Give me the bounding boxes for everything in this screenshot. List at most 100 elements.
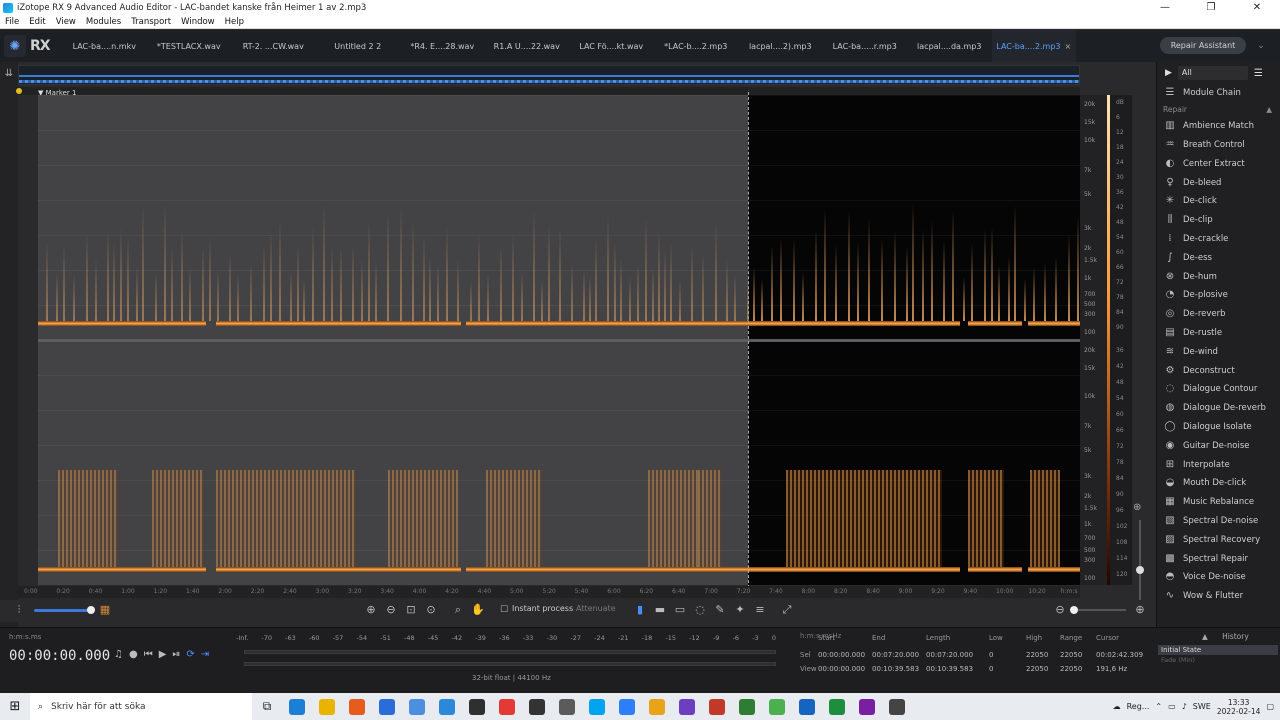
module-de-rustle[interactable]: ▤ De-rustle <box>1157 324 1280 343</box>
module-de-bleed[interactable]: ♀ De-bleed <box>1157 173 1280 192</box>
horizontal-zoom-thumb[interactable] <box>1070 606 1078 614</box>
module-filter-select[interactable]: All <box>1177 66 1248 80</box>
frequency-selection-tool-icon[interactable]: ▬ <box>653 603 667 617</box>
magnify-tool-icon[interactable]: ⌕ <box>451 603 465 617</box>
spectrogram-blend-slider[interactable] <box>34 609 94 612</box>
network-icon[interactable]: ▭ <box>1168 702 1176 711</box>
module-music-rebalance[interactable]: ▦ Music Rebalance <box>1157 493 1280 512</box>
close-button[interactable]: ✕ <box>1234 2 1280 13</box>
info-value[interactable]: 0 <box>989 665 993 673</box>
hand-tool-icon[interactable]: ✋ <box>471 603 485 617</box>
volume-icon[interactable]: ♪ <box>1182 702 1187 711</box>
info-value[interactable]: 00:10:39.583 <box>872 665 919 673</box>
module-breath-control[interactable]: ♒ Breath Control <box>1157 136 1280 155</box>
time-frequency-tool-icon[interactable]: ▭ <box>673 603 687 617</box>
zoom-in-icon[interactable]: ⊕ <box>364 603 378 617</box>
collapse-icon[interactable]: ⇊ <box>0 68 18 79</box>
repair-section-header[interactable]: Repair ▲ <box>1157 103 1280 117</box>
module-ambience-match[interactable]: ▥ Ambience Match <box>1157 117 1280 136</box>
horizontal-zoom-track[interactable] <box>1070 609 1126 611</box>
taskbar-app-icon-10[interactable] <box>582 693 612 720</box>
info-value[interactable]: 22050 <box>1060 665 1082 673</box>
module-spectral-de-noise[interactable]: ▧ Spectral De-noise <box>1157 512 1280 531</box>
loop-button[interactable]: ⟳ <box>186 649 194 660</box>
taskbar-app-icon-0[interactable] <box>282 693 312 720</box>
vertical-zoom-thumb[interactable] <box>1136 566 1144 574</box>
spectrogram-view-icon[interactable]: ▦ <box>98 603 112 617</box>
scroll-view-button[interactable]: ⇥ <box>201 649 209 660</box>
module-dialogue-de-reverb[interactable]: ◍ Dialogue De-reverb <box>1157 399 1280 418</box>
taskbar-app-icon-14[interactable] <box>702 693 732 720</box>
menu-window[interactable]: Window <box>181 17 215 27</box>
taskbar-app-icon-20[interactable] <box>882 693 912 720</box>
frequency-scale[interactable]: 20k 15k 10k 7k 5k 3k 2k 1.5k 1k 700 500 300 100 20k 15… <box>1080 95 1110 585</box>
module-de-plosive[interactable]: ◔ De-plosive <box>1157 286 1280 305</box>
play-selection-button[interactable]: ⏯ <box>172 649 180 660</box>
taskbar-app-icon-18[interactable] <box>822 693 852 720</box>
module-voice-de-noise[interactable]: ◓ Voice De-noise <box>1157 568 1280 587</box>
module-mouth-de-click[interactable]: ◒ Mouth De-click <box>1157 474 1280 493</box>
task-view-icon[interactable]: ⧉ <box>252 693 282 720</box>
tray-arrow-icon[interactable]: ⌃ <box>1155 702 1162 711</box>
record-button[interactable]: ● <box>129 649 138 660</box>
taskbar-app-icon-3[interactable] <box>372 693 402 720</box>
maximize-button[interactable]: ❐ <box>1188 2 1234 13</box>
module-dialogue-contour[interactable]: ◌ Dialogue Contour <box>1157 380 1280 399</box>
tab-file-0[interactable]: LAC-ba....n.mkv <box>62 30 147 62</box>
taskbar-clock[interactable]: 13:33 2022-02-14 <box>1217 698 1261 716</box>
taskbar-app-icon-11[interactable] <box>612 693 642 720</box>
menu-modules[interactable]: Modules <box>86 17 121 27</box>
taskbar-app-icon-12[interactable] <box>642 693 672 720</box>
weather-icon[interactable]: ☁ <box>1113 702 1121 711</box>
repair-assistant-button[interactable]: Repair Assistant <box>1160 37 1246 54</box>
marker-pin-icon[interactable] <box>16 88 22 94</box>
windows-start-icon[interactable]: ⊞ <box>0 699 30 714</box>
brush-tool-icon[interactable]: ✎ <box>713 603 727 617</box>
module-spectral-recovery[interactable]: ▨ Spectral Recovery <box>1157 530 1280 549</box>
collapse-arrow-icon[interactable]: ▲ <box>1266 105 1272 114</box>
module-de-click[interactable]: ✳ De-click <box>1157 192 1280 211</box>
play-chain-icon[interactable]: ▶ <box>1165 68 1172 78</box>
taskbar-app-icon-5[interactable] <box>432 693 462 720</box>
waveform-view-icon[interactable]: ⫶ <box>12 603 26 617</box>
taskbar-app-icon-1[interactable] <box>312 693 342 720</box>
horizontal-zoom-in-icon[interactable]: ⊕ <box>1133 603 1147 617</box>
info-value[interactable]: 00:02:42.309 <box>1096 651 1143 659</box>
info-value[interactable]: 00:00:00.000 <box>818 665 865 673</box>
instant-process-label[interactable]: Instant process <box>512 604 573 613</box>
taskbar-app-icon-9[interactable] <box>552 693 582 720</box>
taskbar-app-icon-16[interactable] <box>762 693 792 720</box>
zoom-in-vertical-icon[interactable]: ⊕ <box>1133 502 1147 513</box>
headphones-icon[interactable]: ♫ <box>114 649 123 660</box>
module-deconstruct[interactable]: ⚙ Deconstruct <box>1157 361 1280 380</box>
panel-menu-icon[interactable]: ☰ <box>1254 68 1263 79</box>
tab-file-7[interactable]: *LAC-b....2.mp3 <box>654 30 739 62</box>
taskbar-app-icon-8[interactable] <box>522 693 552 720</box>
info-value[interactable]: 0 <box>989 651 993 659</box>
horizontal-zoom-out-icon[interactable]: ⊖ <box>1053 603 1067 617</box>
time-axis[interactable]: 0:00 0:20 0:40 1:00 1:20 1:40 2:00 2:20 2:40 3:00… <box>18 586 1080 598</box>
taskbar-app-icon-17[interactable] <box>792 693 822 720</box>
menu-file[interactable]: File <box>5 17 19 27</box>
blend-slider-thumb[interactable] <box>87 606 95 614</box>
tab-file-6[interactable]: LAC Fö....kt.wav <box>569 30 654 62</box>
menu-transport[interactable]: Transport <box>131 17 171 27</box>
module-de-ess[interactable]: ∫ De-ess <box>1157 248 1280 267</box>
zoom-out-icon[interactable]: ⊖ <box>384 603 398 617</box>
db-scale[interactable]: dB 6 12 18 24 30 36 42 48 54 60 66 72 78 84 90 36 42 48 54 6… <box>1110 95 1132 585</box>
tab-file-3[interactable]: Untitled 2 2 <box>316 30 401 62</box>
tab-close-icon[interactable]: × <box>1065 42 1072 51</box>
module-de-reverb[interactable]: ◎ De-reverb <box>1157 305 1280 324</box>
menu-edit[interactable]: Edit <box>29 17 45 27</box>
module-center-extract[interactable]: ◐ Center Extract <box>1157 154 1280 173</box>
notifications-icon[interactable]: ▢ <box>1266 702 1274 711</box>
tab-file-2[interactable]: RT-2. ...CW.wav <box>231 30 316 62</box>
taskbar-app-icon-13[interactable] <box>672 693 702 720</box>
marker-ruler[interactable] <box>18 87 1080 95</box>
module-guitar-de-noise[interactable]: ◉ Guitar De-noise <box>1157 436 1280 455</box>
info-value[interactable]: 22050 <box>1026 665 1048 673</box>
tab-file-5[interactable]: R1.A U....22.wav <box>485 30 570 62</box>
attenuate-dropdown[interactable]: Attenuate <box>576 604 616 613</box>
history-item-initial[interactable]: Initial State <box>1158 645 1278 655</box>
history-item-fade[interactable]: Fade (Min) <box>1158 655 1278 665</box>
